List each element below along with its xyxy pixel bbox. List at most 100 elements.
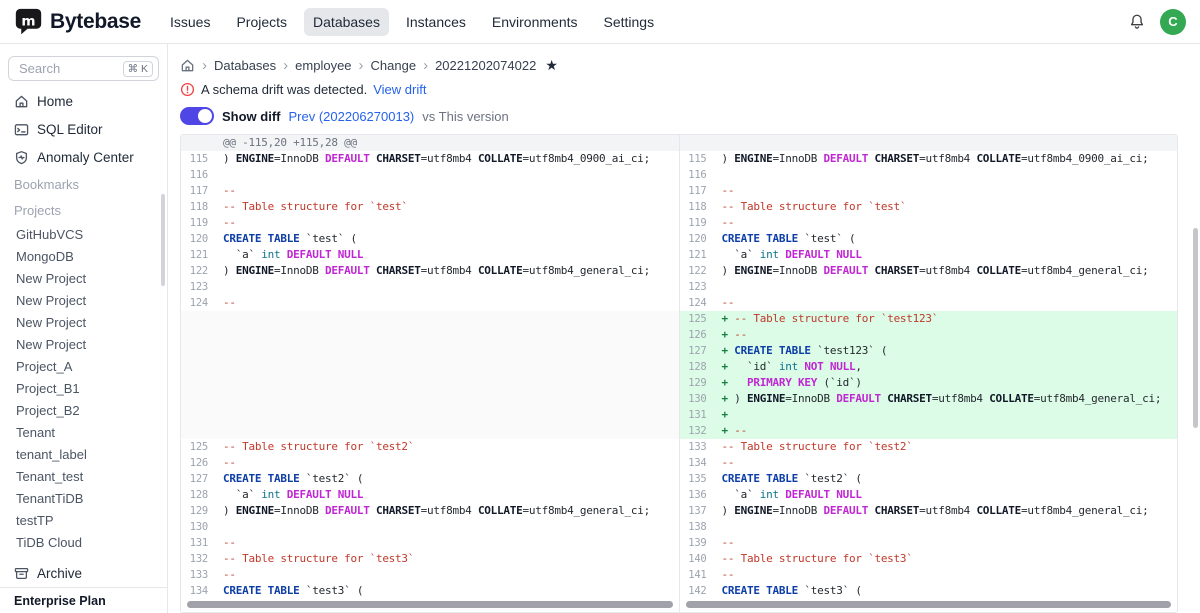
- line-number: 116: [680, 167, 714, 183]
- line-number: 127: [680, 343, 714, 359]
- diff-line: 134CREATE TABLE `test3` (: [181, 583, 679, 599]
- prev-version-link[interactable]: Prev (202206270013): [289, 109, 415, 124]
- code-line: ) ENGINE=InnoDB DEFAULT CHARSET=utf8mb4 …: [215, 263, 679, 279]
- diff-controls: Show diff Prev (202206270013) vs This ve…: [180, 106, 1200, 126]
- code-line: --: [215, 567, 679, 583]
- project-item[interactable]: TenantTiDB: [0, 487, 167, 509]
- project-item[interactable]: New Project: [0, 267, 167, 289]
- code-line: CREATE TABLE `test` (: [714, 231, 1178, 247]
- nav-projects[interactable]: Projects: [227, 8, 296, 36]
- nav-instances[interactable]: Instances: [397, 8, 475, 36]
- breadcrumb-databases[interactable]: Databases: [214, 58, 276, 73]
- home-icon[interactable]: [180, 58, 195, 73]
- project-item[interactable]: Tenant_test: [0, 465, 167, 487]
- code-line: --: [714, 183, 1178, 199]
- diff-line: 121 `a` int DEFAULT NULL: [181, 247, 679, 263]
- sidebar-item-label: Home: [37, 94, 73, 109]
- project-item[interactable]: Tenant: [0, 421, 167, 443]
- project-item[interactable]: New Project: [0, 333, 167, 355]
- line-number: [680, 135, 714, 151]
- line-number: 129: [680, 375, 714, 391]
- bell-icon[interactable]: [1128, 13, 1146, 31]
- sidebar-item-sql-editor[interactable]: SQL Editor: [0, 115, 167, 143]
- nav-settings[interactable]: Settings: [595, 8, 664, 36]
- search-input[interactable]: [17, 60, 103, 77]
- shield-icon: [14, 150, 29, 165]
- project-item[interactable]: tenant_label: [0, 443, 167, 465]
- horizontal-scrollbar-right[interactable]: [686, 601, 1172, 608]
- diff-line: [181, 343, 679, 359]
- schema-drift-alert: A schema drift was detected. View drift: [180, 80, 1200, 98]
- show-diff-toggle[interactable]: [180, 107, 214, 125]
- project-item[interactable]: New Project: [0, 311, 167, 333]
- line-number: 138: [680, 519, 714, 535]
- nav-environments[interactable]: Environments: [483, 8, 587, 36]
- diff-rows-right: 115 ) ENGINE=InnoDB DEFAULT CHARSET=utf8m…: [680, 135, 1178, 599]
- project-item[interactable]: Project_B2: [0, 399, 167, 421]
- section-projects: Projects: [0, 197, 167, 223]
- diff-line: 129) ENGINE=InnoDB DEFAULT CHARSET=utf8m…: [181, 503, 679, 519]
- sidebar-item-home[interactable]: Home: [0, 87, 167, 115]
- breadcrumb: › Databases › employee › Change › 202212…: [180, 56, 1200, 74]
- diff-line: 119--: [181, 215, 679, 231]
- diff-line: [181, 423, 679, 439]
- code-line: ) ENGINE=InnoDB DEFAULT CHARSET=utf8mb4 …: [714, 503, 1178, 519]
- code-line: [714, 279, 1178, 295]
- bytebase-logo-icon: m: [14, 7, 43, 36]
- code-line: --: [714, 215, 1178, 231]
- line-number: [181, 359, 215, 375]
- code-line: ) ENGINE=InnoDB DEFAULT CHARSET=utf8mb4 …: [714, 263, 1178, 279]
- sidebar-item-archive[interactable]: Archive: [0, 559, 167, 587]
- breadcrumb-employee[interactable]: employee: [295, 58, 351, 73]
- project-item[interactable]: GitHubVCS: [0, 223, 167, 245]
- diff-line: 138: [680, 519, 1178, 535]
- code-line: + CREATE TABLE `test123` (: [714, 343, 1178, 359]
- project-item[interactable]: Project_A: [0, 355, 167, 377]
- line-number: 135: [680, 471, 714, 487]
- home-icon: [14, 94, 29, 109]
- diff-line: 124--: [181, 295, 679, 311]
- line-number: 122: [181, 263, 215, 279]
- page-scrollbar-thumb[interactable]: [1193, 228, 1198, 428]
- line-number: [181, 423, 215, 439]
- project-item[interactable]: Project_B1: [0, 377, 167, 399]
- line-number: 123: [181, 279, 215, 295]
- code-line: `a` int DEFAULT NULL: [714, 247, 1178, 263]
- star-icon[interactable]: ★: [545, 57, 558, 74]
- project-item[interactable]: TiDB Cloud: [0, 531, 167, 553]
- code-line: `a` int DEFAULT NULL: [215, 247, 679, 263]
- code-line: -- Table structure for `test`: [714, 199, 1178, 215]
- sidebar-item-label: Anomaly Center: [37, 150, 134, 165]
- line-number: 125: [181, 439, 215, 455]
- diff-line: 126+ --: [680, 327, 1178, 343]
- project-item[interactable]: MongoDB: [0, 245, 167, 267]
- search-shortcut-badge: ⌘ K: [123, 61, 153, 77]
- project-item[interactable]: New Project: [0, 289, 167, 311]
- code-line: CREATE TABLE `test2` (: [215, 471, 679, 487]
- breadcrumb-change[interactable]: Change: [371, 58, 417, 73]
- code-line: + --: [714, 423, 1178, 439]
- diff-line: 137) ENGINE=InnoDB DEFAULT CHARSET=utf8m…: [680, 503, 1178, 519]
- line-number: 121: [181, 247, 215, 263]
- view-drift-link[interactable]: View drift: [373, 82, 426, 97]
- line-number: 140: [680, 551, 714, 567]
- search-box[interactable]: ⌘ K: [8, 56, 159, 81]
- bytebase-logo[interactable]: m Bytebase: [14, 7, 141, 36]
- code-line: [714, 519, 1178, 535]
- nav-issues[interactable]: Issues: [161, 8, 219, 36]
- line-number: 126: [181, 455, 215, 471]
- line-number: 115: [680, 151, 714, 167]
- code-line: + `id` int NOT NULL,: [714, 359, 1178, 375]
- code-line: [215, 327, 679, 343]
- nav-databases[interactable]: Databases: [304, 8, 389, 36]
- user-avatar[interactable]: C: [1160, 9, 1186, 35]
- sidebar-scrollbar-thumb[interactable]: [161, 194, 165, 286]
- show-diff-label: Show diff: [222, 109, 281, 124]
- code-line: [215, 375, 679, 391]
- alert-circle-icon: [180, 82, 195, 97]
- diff-line: 129+ PRIMARY KEY (`id`): [680, 375, 1178, 391]
- project-item[interactable]: testTP: [0, 509, 167, 531]
- horizontal-scrollbar-left[interactable]: [187, 601, 673, 608]
- sidebar-item-label: Archive: [37, 566, 82, 581]
- sidebar-item-anomaly-center[interactable]: Anomaly Center: [0, 143, 167, 171]
